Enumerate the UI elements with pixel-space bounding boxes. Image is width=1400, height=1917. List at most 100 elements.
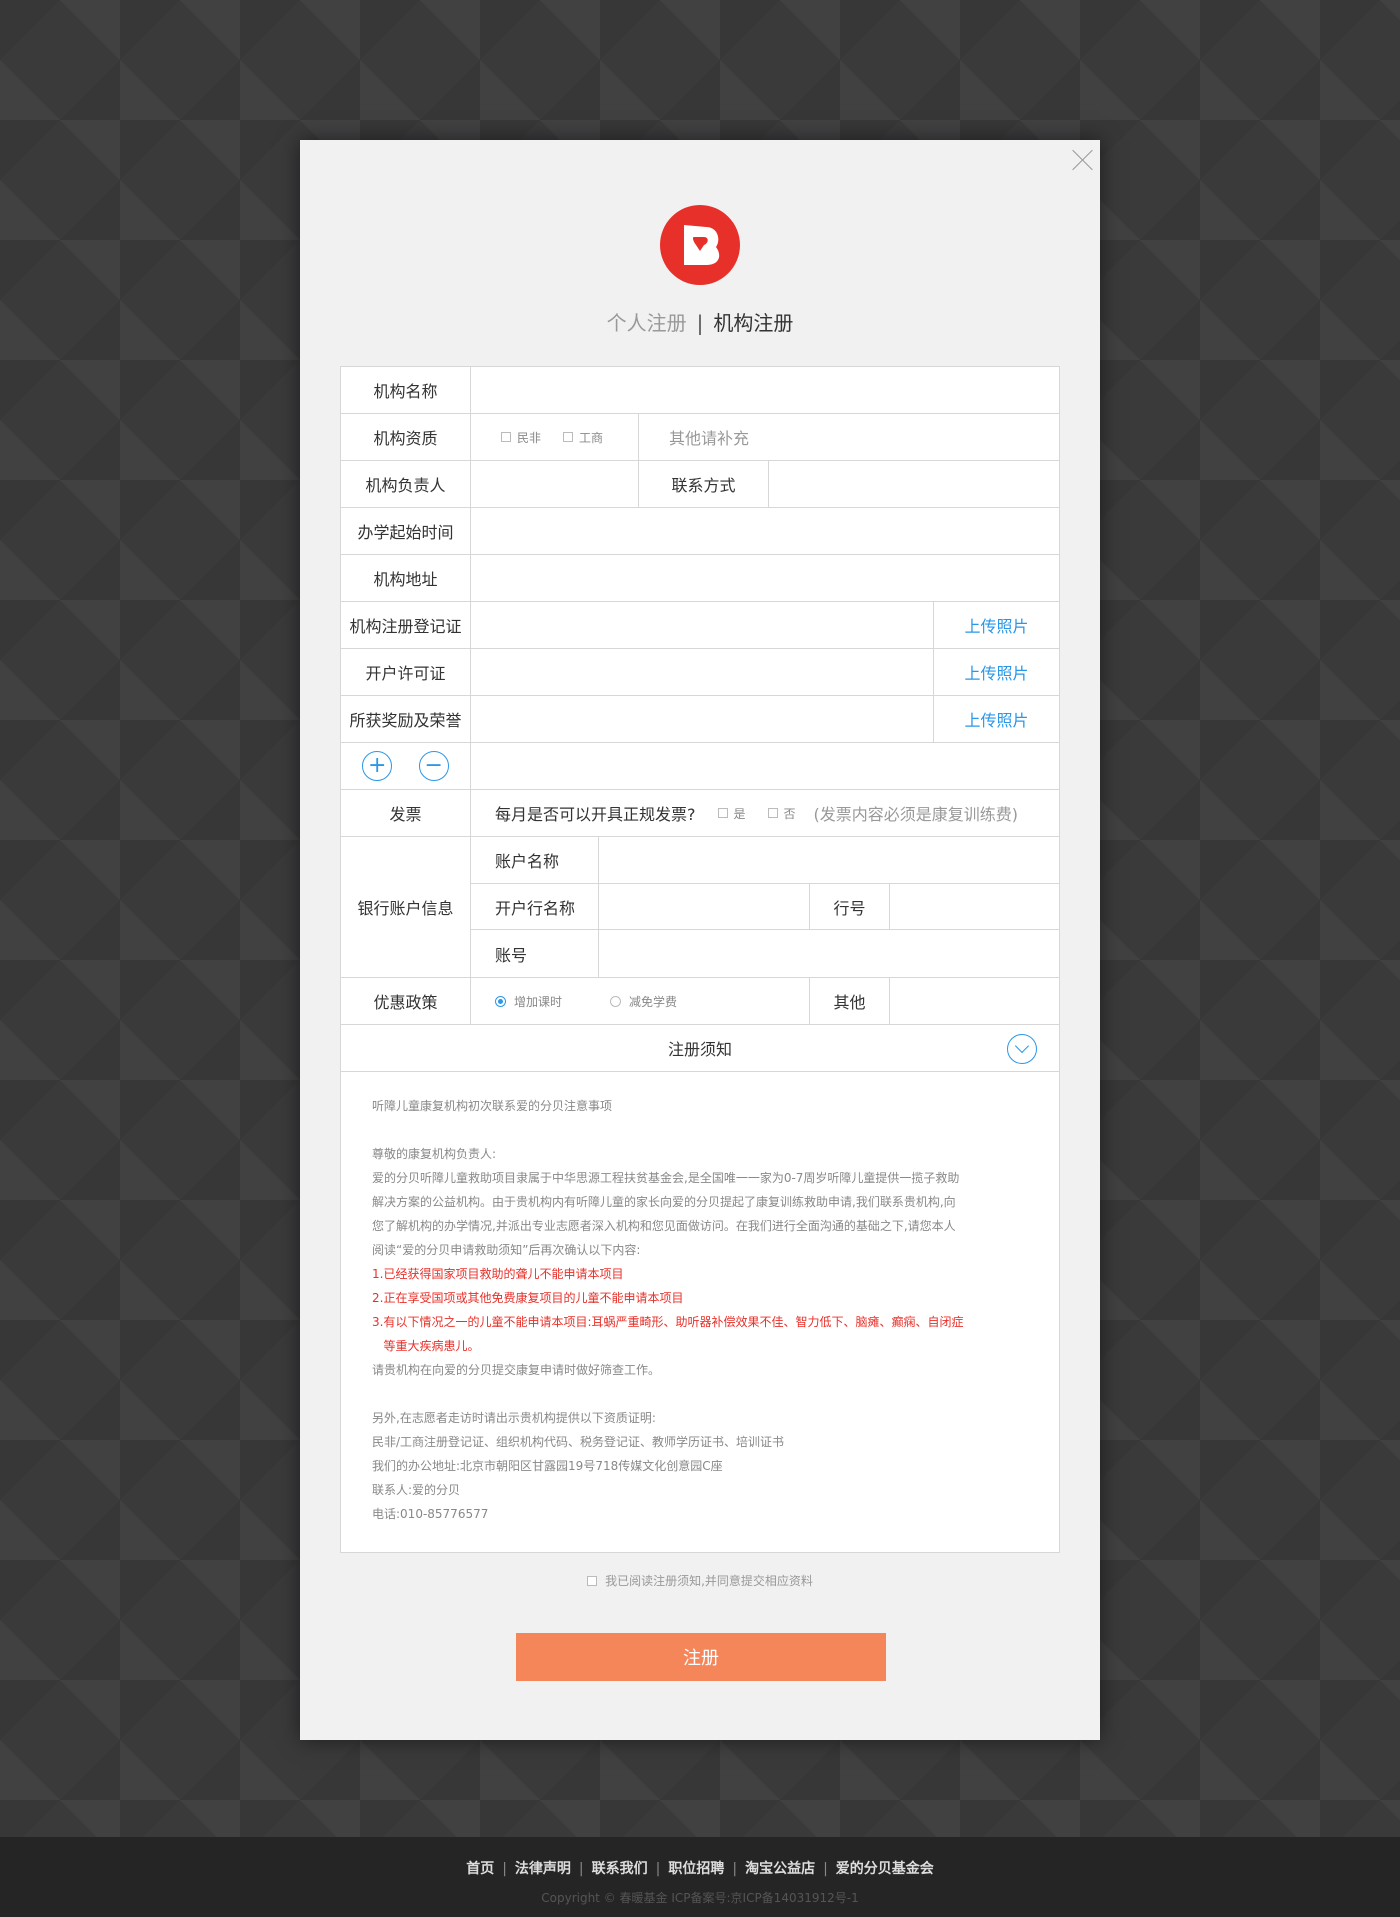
footer-link-taobao[interactable]: 淘宝公益店	[745, 1861, 815, 1877]
other-input[interactable]	[890, 978, 1059, 1024]
notice-warning-line: 1.已经获得国家项目救助的聋儿不能申请本项目	[372, 1267, 624, 1281]
chevron-down-icon[interactable]	[1007, 1034, 1037, 1064]
invoice-question: 每月是否可以开具正规发票?	[495, 805, 696, 824]
register-tabs: 个人注册 | 机构注册	[300, 307, 1100, 336]
qual-gongshang-label: 工商	[579, 430, 604, 445]
notice-line: 阅读“爱的分贝申请救助须知”后再次确认以下内容:	[372, 1243, 641, 1257]
reg-cert-upload-button[interactable]: 上传照片	[933, 602, 1059, 648]
account-no-label: 账号	[471, 930, 599, 977]
discount-row: 优惠政策 增加课时 减免学费 其他	[341, 978, 1059, 1025]
checkbox-icon	[767, 808, 778, 818]
footer-separator: |	[578, 1861, 584, 1877]
checkbox-icon	[587, 1575, 598, 1586]
awards-row: 所获奖励及荣誉 上传照片	[341, 696, 1059, 743]
awards-upload-button[interactable]: 上传照片	[933, 696, 1059, 742]
notice-title: 注册须知	[667, 1040, 732, 1059]
notice-line: 尊敬的康复机构负责人:	[372, 1147, 497, 1161]
awards-label: 所获奖励及荣誉	[341, 696, 471, 742]
notice-line: 联系人:爱的分贝	[372, 1483, 461, 1497]
discount-opt2-label: 减免学费	[629, 994, 678, 1009]
footer-separator: |	[732, 1861, 738, 1877]
register-button[interactable]: 注册	[516, 1633, 886, 1681]
notice-line: 另外,在志愿者走访时请出示贵机构提供以下资质证明:	[372, 1411, 656, 1425]
copyright: Copyright © 春暖基金 ICP备案号:京ICP备14031912号-1	[541, 1891, 859, 1905]
org-name-row: 机构名称	[341, 367, 1059, 414]
notice-line	[372, 1118, 1033, 1142]
account-permit-label: 开户许可证	[341, 649, 471, 695]
other-label: 其他	[810, 978, 890, 1024]
qual-minfei-checkbox[interactable]: 民非	[501, 429, 541, 446]
discount-add-hours-radio[interactable]: 增加课时	[495, 993, 562, 1010]
qualification-label: 机构资质	[341, 414, 471, 460]
discount-reduce-fee-radio[interactable]: 减免学费	[610, 993, 677, 1010]
org-register-form: 机构名称 机构资质 民非 工商 其他请补充 机构负责人 联系方式 办学起始时间 …	[340, 366, 1060, 1553]
add-icon[interactable]: +	[362, 751, 393, 781]
account-permit-row: 开户许可证 上传照片	[341, 649, 1059, 696]
logo-icon	[660, 205, 740, 285]
bank-name-row: 开户行名称 行号	[471, 883, 1059, 931]
footer-link-home[interactable]: 首页	[466, 1861, 494, 1877]
leader-input[interactable]	[471, 461, 639, 507]
start-time-input[interactable]	[471, 508, 1059, 554]
tab-personal-register[interactable]: 个人注册	[607, 311, 687, 335]
account-name-input[interactable]	[599, 837, 1059, 883]
leader-row: 机构负责人 联系方式	[341, 461, 1059, 508]
footer: 首页 | 法律声明 | 联系我们 | 职位招聘 | 淘宝公益店 | 爱的分贝基金会 Copyrigh…	[0, 1837, 1400, 1917]
address-input[interactable]	[471, 555, 1059, 601]
contact-input[interactable]	[769, 461, 1059, 507]
footer-link-contact[interactable]: 联系我们	[592, 1861, 648, 1877]
notice-line: 民非/工商注册登记证、组织机构代码、税务登记证、教师学历证书、培训证书	[372, 1435, 785, 1449]
footer-link-foundation[interactable]: 爱的分贝基金会	[836, 1861, 934, 1877]
footer-link-legal[interactable]: 法律声明	[515, 1861, 571, 1877]
tab-separator: |	[696, 311, 704, 335]
invoice-yes-checkbox[interactable]: 是	[717, 805, 746, 822]
account-no-input[interactable]	[599, 930, 1059, 977]
account-permit-input[interactable]	[471, 649, 933, 695]
notice-line: 电话:010-85776577	[372, 1507, 489, 1521]
account-no-row: 账号	[471, 930, 1059, 977]
close-icon[interactable]	[1070, 146, 1096, 172]
qualification-row: 机构资质 民非 工商 其他请补充	[341, 414, 1059, 461]
address-row: 机构地址	[341, 555, 1059, 602]
bank-info-fields: 账户名称 开户行名称 行号 账号	[471, 837, 1059, 977]
footer-link-jobs[interactable]: 职位招聘	[668, 1861, 724, 1877]
account-permit-upload-button[interactable]: 上传照片	[933, 649, 1059, 695]
add-remove-row: + −	[341, 743, 1059, 790]
tab-org-register[interactable]: 机构注册	[713, 311, 793, 335]
invoice-row: 发票 每月是否可以开具正规发票? 是 否 (发票内容必须是康复训练费)	[341, 790, 1059, 837]
extra-input[interactable]	[471, 743, 1059, 789]
notice-line: 解决方案的公益机构。由于贵机构内有听障儿童的家长向爱的分贝提起了康复训练救助申请…	[372, 1195, 956, 1209]
reg-cert-row: 机构注册登记证 上传照片	[341, 602, 1059, 649]
invoice-no-label: 否	[783, 806, 796, 821]
qual-gongshang-checkbox[interactable]: 工商	[563, 429, 603, 446]
awards-input[interactable]	[471, 696, 933, 742]
agree-checkbox[interactable]: 我已阅读注册须知,并同意提交相应资料	[300, 1572, 1100, 1589]
checkbox-icon	[501, 432, 511, 442]
invoice-no-checkbox[interactable]: 否	[767, 805, 796, 822]
bank-name-label: 开户行名称	[471, 883, 599, 930]
notice-warning-line: 等重大疾病患儿。	[372, 1339, 480, 1353]
qualification-options: 民非 工商	[471, 414, 639, 460]
org-name-input[interactable]	[471, 367, 1059, 413]
qual-minfei-label: 民非	[517, 430, 542, 445]
notice-line	[372, 1382, 1033, 1406]
agree-label: 我已阅读注册须知,并同意提交相应资料	[605, 1574, 813, 1588]
bank-code-input[interactable]	[890, 884, 1059, 930]
notice-warning-line: 2.正在享受国项或其他免费康复项目的儿童不能申请本项目	[372, 1291, 684, 1305]
bank-code-label: 行号	[810, 883, 890, 930]
address-label: 机构地址	[341, 555, 471, 601]
footer-separator: |	[502, 1861, 507, 1877]
footer-separator: |	[655, 1861, 661, 1877]
register-modal: 个人注册 | 机构注册 机构名称 机构资质 民非 工商 其他请补充 机构负责人 联系…	[300, 140, 1100, 1740]
radio-icon	[610, 995, 622, 1007]
notice-warning-line: 3.有以下情况之一的儿童不能申请本项目:耳蜗严重畸形、助听器补偿效果不佳、智力低…	[372, 1315, 964, 1329]
add-remove-controls: + −	[341, 743, 471, 789]
notice-header[interactable]: 注册须知	[341, 1025, 1059, 1072]
notice-line: 您了解机构的办学情况,并派出专业志愿者深入机构和您见面做访问。在我们进行全面沟通…	[372, 1219, 956, 1233]
notice-line: 爱的分贝听障儿童救助项目隶属于中华思源工程扶贫基金会,是全国唯一一家为0-7周岁…	[372, 1171, 960, 1185]
remove-icon[interactable]: −	[418, 751, 449, 781]
bank-name-input[interactable]	[599, 883, 810, 930]
radio-selected-icon	[495, 995, 506, 1007]
qual-other-input[interactable]: 其他请补充	[639, 414, 1059, 460]
reg-cert-input[interactable]	[471, 602, 933, 648]
